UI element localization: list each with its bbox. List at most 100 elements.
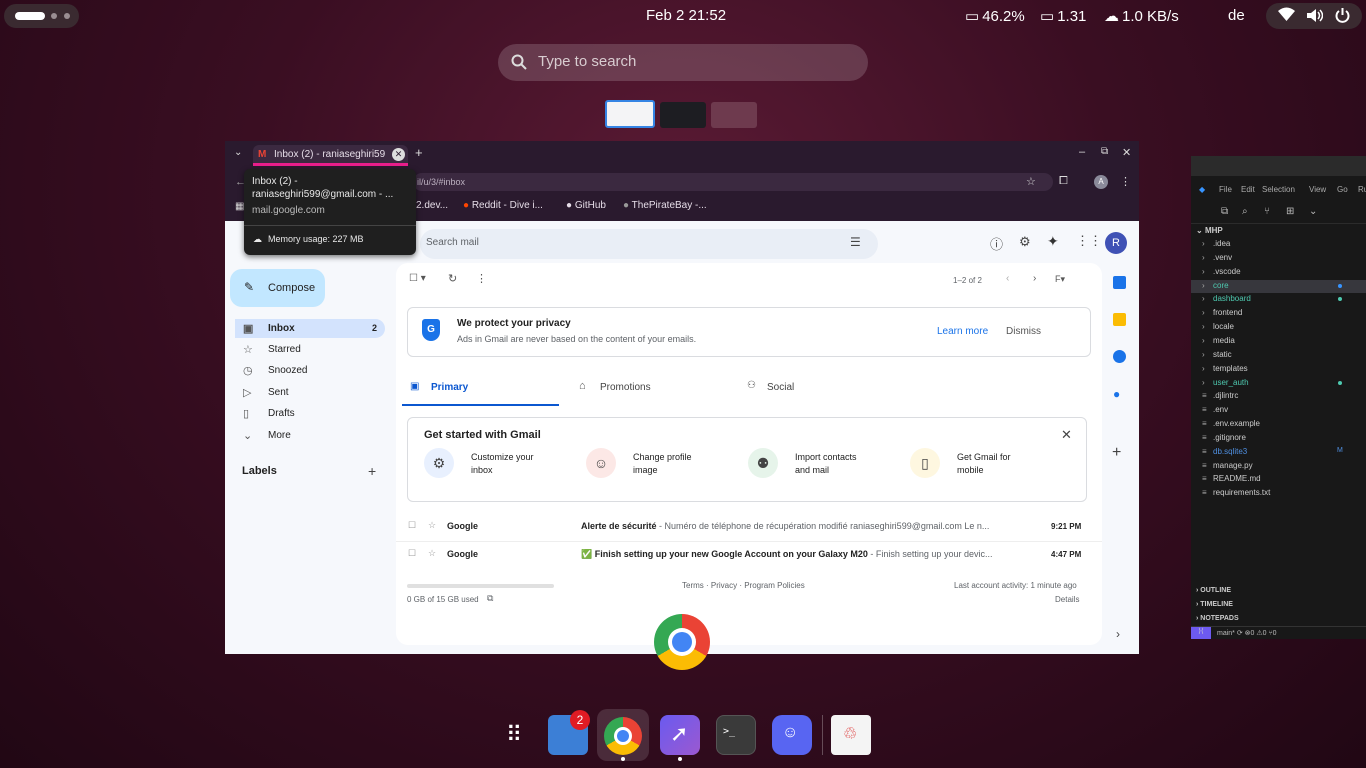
get-addons-icon[interactable]: + bbox=[1112, 444, 1121, 462]
profile-avatar[interactable]: A bbox=[1094, 175, 1108, 189]
bookmark-reddit[interactable]: ● Reddit - Dive i... bbox=[463, 200, 543, 211]
file-item[interactable]: ≡ requirements.txt bbox=[1191, 487, 1366, 500]
activities-button[interactable] bbox=[4, 4, 79, 28]
vscode-window[interactable]: ◆ File Edit Selection View Go Ru ⧉ ⌕ ⑂ ⊞… bbox=[1191, 156, 1366, 639]
new-tab-icon[interactable]: + bbox=[415, 145, 423, 160]
address-bar[interactable]: il/u/3/#inbox ☆ bbox=[413, 173, 1053, 191]
file-item[interactable]: ≡ .env bbox=[1191, 404, 1366, 417]
app-grid-icon[interactable]: ⠿ bbox=[494, 715, 534, 755]
input-tools-icon[interactable]: F▾ bbox=[1055, 274, 1065, 285]
folder-item[interactable]: › .venv bbox=[1191, 252, 1366, 265]
nav-inbox[interactable]: ▣ Inbox 2 bbox=[235, 319, 385, 338]
folder-item[interactable]: › static bbox=[1191, 349, 1366, 362]
folder-item[interactable]: › .idea bbox=[1191, 238, 1366, 251]
change-profile-item[interactable]: ☺ Change profile image bbox=[586, 448, 692, 478]
battery-indicator[interactable]: ▭ 46.2% bbox=[965, 7, 1025, 26]
timeline-section[interactable]: › TIMELINE bbox=[1196, 601, 1233, 608]
tab-social[interactable]: ⚇ Social bbox=[741, 367, 901, 406]
settings-gear-icon[interactable]: ⚙ bbox=[1019, 234, 1031, 250]
email-row[interactable]: ☐ ☆ Google Alerte de sécurité - Numéro d… bbox=[396, 514, 1102, 540]
file-item[interactable]: ≡ manage.py bbox=[1191, 460, 1366, 473]
folder-item[interactable]: › core bbox=[1191, 279, 1366, 293]
bookmark-devto[interactable]: 2.dev... bbox=[416, 200, 448, 211]
nav-drafts[interactable]: ▯ Drafts bbox=[235, 404, 385, 423]
notepads-section[interactable]: › NOTEPADS bbox=[1196, 615, 1239, 622]
file-item[interactable]: ≡ db.sqlite3 M bbox=[1191, 446, 1366, 459]
tab-gmail-inbox[interactable]: M Inbox (2) - raniaseghiri59 ✕ bbox=[253, 145, 408, 166]
more-options-icon[interactable]: ⋮ bbox=[476, 272, 487, 285]
calendar-icon[interactable] bbox=[1113, 276, 1126, 289]
bookmark-github[interactable]: ● GitHub bbox=[566, 200, 606, 211]
keyboard-layout[interactable]: de bbox=[1228, 7, 1245, 24]
open-in-new-icon[interactable]: ⧉ bbox=[487, 593, 493, 604]
nav-starred[interactable]: ☆ Starred bbox=[235, 340, 385, 359]
system-menu[interactable] bbox=[1266, 3, 1362, 29]
tab-promotions[interactable]: ⌂ Promotions bbox=[572, 367, 732, 406]
clock[interactable]: Feb 2 21:52 bbox=[626, 7, 746, 24]
customize-inbox-item[interactable]: ⚙ Customize your inbox bbox=[424, 448, 534, 478]
contacts-icon[interactable]: ● bbox=[1113, 387, 1120, 401]
search-options-icon[interactable]: ☰ bbox=[850, 235, 861, 249]
expand-panel-icon[interactable]: › bbox=[1116, 627, 1120, 641]
search-input[interactable] bbox=[538, 53, 838, 70]
learn-more-link[interactable]: Learn more bbox=[937, 326, 988, 337]
close-card-icon[interactable]: ✕ bbox=[1061, 427, 1072, 443]
extensions-icon[interactable]: ⊞ bbox=[1286, 206, 1294, 217]
overview-search[interactable] bbox=[498, 44, 868, 81]
keep-icon[interactable] bbox=[1113, 313, 1126, 326]
folder-item[interactable]: › locale bbox=[1191, 321, 1366, 334]
outline-section[interactable]: › OUTLINE bbox=[1196, 587, 1231, 594]
chevron-down-icon[interactable]: ⌄ bbox=[1309, 206, 1317, 217]
star-icon[interactable]: ☆ bbox=[428, 520, 436, 531]
file-item[interactable]: ≡ README.md bbox=[1191, 473, 1366, 486]
dismiss-button[interactable]: Dismiss bbox=[1006, 326, 1041, 337]
close-window-icon[interactable]: ✕ bbox=[1122, 146, 1131, 159]
trash-icon[interactable]: ♲ bbox=[831, 715, 871, 755]
select-all-checkbox[interactable]: ☐ ▾ bbox=[409, 273, 426, 284]
account-avatar[interactable]: R bbox=[1105, 232, 1127, 254]
chrome-dock-icon[interactable] bbox=[604, 717, 642, 755]
folder-item[interactable]: › frontend bbox=[1191, 307, 1366, 320]
close-tab-icon[interactable]: ✕ bbox=[392, 148, 405, 161]
footer-links[interactable]: Terms · Privacy · Program Policies bbox=[682, 581, 805, 590]
minimize-icon[interactable]: – bbox=[1079, 146, 1085, 158]
source-control-icon[interactable]: ⑂ bbox=[1264, 206, 1270, 217]
tab-primary[interactable]: ▣ Primary bbox=[402, 367, 559, 406]
screenshot-tool-icon[interactable]: ➚ bbox=[660, 715, 700, 755]
network-speed-indicator[interactable]: ☁ 1.0 KB/s bbox=[1104, 7, 1179, 26]
folder-item[interactable]: › media bbox=[1191, 335, 1366, 348]
terminal-icon[interactable]: >_ bbox=[716, 715, 756, 755]
extensions-icon[interactable]: ⧠ bbox=[1059, 175, 1068, 188]
bookmark-piratebay[interactable]: ● ThePirateBay -... bbox=[623, 200, 707, 211]
workspace-thumbnail-3[interactable] bbox=[711, 102, 757, 128]
nav-sent[interactable]: ▷ Sent bbox=[235, 383, 385, 402]
compose-button[interactable]: ✎ Compose bbox=[230, 269, 325, 307]
prev-page-icon[interactable]: ‹ bbox=[1006, 273, 1009, 284]
files-app-icon[interactable]: 2 bbox=[548, 710, 590, 755]
refresh-icon[interactable]: ↻ bbox=[448, 272, 457, 285]
file-item[interactable]: ≡ .gitignore bbox=[1191, 432, 1366, 445]
nav-more[interactable]: ⌄ More bbox=[235, 426, 385, 445]
discord-icon[interactable]: ☺ bbox=[772, 715, 812, 755]
load-indicator[interactable]: ▭ 1.31 bbox=[1040, 7, 1086, 26]
explorer-icon[interactable]: ⧉ bbox=[1221, 206, 1228, 217]
gmail-search-bar[interactable]: Search mail ☰ bbox=[420, 229, 878, 259]
file-item[interactable]: ≡ .djlintrc bbox=[1191, 390, 1366, 403]
import-contacts-item[interactable]: ⚉ Import contacts and mail bbox=[748, 448, 857, 478]
row-checkbox[interactable]: ☐ bbox=[408, 548, 416, 559]
gmail-mobile-item[interactable]: ▯ Get Gmail for mobile bbox=[910, 448, 1011, 478]
tab-search-icon[interactable]: ⌄ bbox=[234, 147, 242, 158]
add-label-icon[interactable]: + bbox=[368, 463, 376, 479]
file-item[interactable]: ≡ .env.example bbox=[1191, 418, 1366, 431]
star-icon[interactable]: ☆ bbox=[428, 548, 436, 559]
search-icon[interactable]: ⌕ bbox=[1242, 206, 1248, 217]
gemini-icon[interactable]: ✦ bbox=[1047, 233, 1059, 250]
chrome-menu-icon[interactable]: ⋮ bbox=[1120, 175, 1131, 188]
folder-item[interactable]: › templates bbox=[1191, 363, 1366, 376]
help-icon[interactable]: ⓘ bbox=[990, 234, 1003, 253]
bookmark-star-icon[interactable]: ☆ bbox=[1026, 175, 1036, 188]
details-link[interactable]: Details bbox=[1055, 595, 1079, 604]
folder-item[interactable]: › dashboard bbox=[1191, 293, 1366, 306]
next-page-icon[interactable]: › bbox=[1033, 273, 1036, 284]
folder-item[interactable]: › .vscode bbox=[1191, 266, 1366, 279]
